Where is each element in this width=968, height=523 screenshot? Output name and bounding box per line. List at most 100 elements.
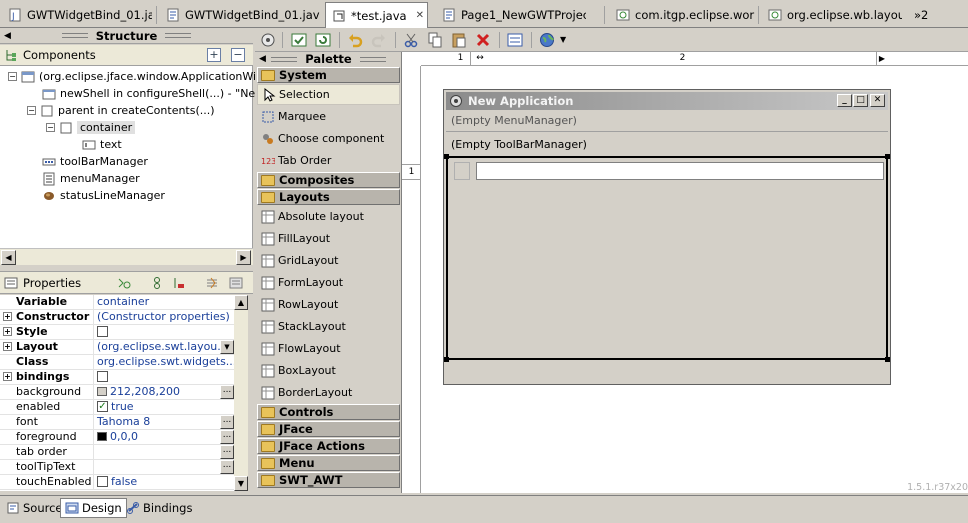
goto-definition-icon[interactable] xyxy=(150,276,164,290)
checkbox-icon[interactable] xyxy=(97,371,108,382)
selection-handle[interactable] xyxy=(444,357,449,362)
scroll-left-icon[interactable]: ◀ xyxy=(1,250,16,265)
ruler-row-1[interactable]: 1 xyxy=(402,164,421,180)
tree-item-parent[interactable]: − parent in createContents(...) xyxy=(27,102,215,119)
ellipsis-button[interactable]: ... xyxy=(220,444,234,459)
property-row[interactable]: Class org.eclipse.swt.widgets.... xyxy=(0,354,234,370)
text-widget-preview[interactable] xyxy=(476,162,884,180)
grip-icon[interactable] xyxy=(165,33,192,38)
editor-tab-4[interactable]: com.itgp.eclipse.wor xyxy=(610,3,755,27)
property-row[interactable]: + Constructor (Constructor properties) xyxy=(0,309,234,325)
palette-category-swt-awt[interactable]: SWT_AWT xyxy=(257,472,400,488)
tab-overflow-button[interactable]: »2 xyxy=(908,3,948,27)
property-row[interactable]: toolTipText... xyxy=(0,459,234,475)
tab-bindings[interactable]: Bindings xyxy=(122,498,196,518)
property-value[interactable]: 212,208,200... xyxy=(94,384,234,400)
ruler-column-2[interactable]: 2 xyxy=(489,52,877,66)
property-value[interactable]: org.eclipse.swt.widgets.... xyxy=(94,355,234,370)
property-value[interactable]: (org.eclipse.swt.layou... ▼ xyxy=(94,339,234,355)
convert-local-icon[interactable] xyxy=(172,276,186,290)
tree-item-menu-manager[interactable]: menuManager xyxy=(42,170,140,187)
property-value[interactable]: (Constructor properties) xyxy=(94,310,234,325)
property-row[interactable]: touchEnabled false xyxy=(0,474,234,490)
property-row[interactable]: font Tahoma 8... xyxy=(0,414,234,430)
palette-category-composites[interactable]: Composites xyxy=(257,172,400,188)
scroll-up-icon[interactable]: ▲ xyxy=(234,295,248,310)
property-value[interactable]: 0,0,0... xyxy=(94,429,234,445)
ellipsis-button[interactable]: ... xyxy=(220,414,234,429)
palette-category-jface[interactable]: JFace xyxy=(257,421,400,437)
selection-handle[interactable] xyxy=(885,357,890,362)
palette-category-system[interactable]: System xyxy=(257,67,400,83)
collapse-icon[interactable]: − xyxy=(8,72,17,81)
expand-all-icon[interactable]: + xyxy=(207,48,221,62)
tab-source[interactable]: Source xyxy=(2,498,67,518)
redo-icon[interactable] xyxy=(371,32,387,48)
delete-icon[interactable] xyxy=(475,32,491,48)
editor-tab-3[interactable]: Page1_NewGWTProjectW xyxy=(436,3,586,27)
editor-tab-1[interactable]: GWTWidgetBind_01.jav xyxy=(160,3,320,27)
palette-item-gridlayout[interactable]: GridLayout xyxy=(257,250,400,271)
grip-icon[interactable] xyxy=(61,33,88,38)
paste-icon[interactable] xyxy=(451,32,467,48)
minimize-icon[interactable]: _ xyxy=(837,94,852,107)
ellipsis-button[interactable]: ... xyxy=(220,459,234,474)
cut-icon[interactable] xyxy=(403,32,419,48)
palette-category-menu[interactable]: Menu xyxy=(257,455,400,471)
palette-item-filllayout[interactable]: FillLayout xyxy=(257,228,400,249)
expand-icon[interactable]: + xyxy=(3,341,12,351)
globe-icon[interactable] xyxy=(539,32,555,48)
tree-horizontal-scrollbar[interactable]: ◀ ▶ xyxy=(0,248,253,265)
menu-dropdown-icon[interactable] xyxy=(229,276,243,290)
container-composite[interactable] xyxy=(444,154,890,362)
ruler-column-1[interactable]: 1 xyxy=(451,52,471,66)
collapse-left-icon[interactable]: ◀ xyxy=(4,31,11,41)
palette-category-layouts[interactable]: Layouts xyxy=(257,189,400,205)
tab-design[interactable]: Design xyxy=(60,498,127,518)
expand-icon[interactable]: + xyxy=(3,311,12,321)
palette-item-choose-component[interactable]: Choose component xyxy=(257,128,400,149)
scroll-down-icon[interactable]: ▼ xyxy=(234,476,248,491)
checkbox-icon[interactable]: ✓ xyxy=(97,401,108,412)
tree-item-status-line-manager[interactable]: statusLineManager xyxy=(42,187,165,204)
window-title-bar[interactable]: New Application _ □ ✕ xyxy=(446,92,888,110)
palette-item-absolute-layout[interactable]: Absolute layout xyxy=(257,206,400,227)
property-value[interactable]: ... xyxy=(94,459,234,475)
property-row[interactable]: + Layout (org.eclipse.swt.layou... ▼ xyxy=(0,339,234,355)
property-value[interactable] xyxy=(94,325,234,340)
expand-icon[interactable]: + xyxy=(3,371,12,381)
palette-category-controls[interactable]: Controls xyxy=(257,404,400,420)
property-value[interactable]: ✓ true xyxy=(94,400,234,415)
collapse-left-icon[interactable]: ◀ xyxy=(259,54,266,64)
empty-menu-manager[interactable]: (Empty MenuManager) xyxy=(451,114,577,127)
property-value[interactable]: false xyxy=(94,475,234,490)
palette-item-boxlayout[interactable]: BoxLayout xyxy=(257,360,400,381)
palette-item-flowlayout[interactable]: FlowLayout xyxy=(257,338,400,359)
maximize-icon[interactable]: □ xyxy=(853,94,868,107)
expand-icon[interactable]: + xyxy=(3,326,12,336)
properties-vertical-scrollbar[interactable]: ▲ ▼ xyxy=(234,295,248,491)
preview-icon[interactable] xyxy=(291,32,307,48)
property-row[interactable]: Variable container xyxy=(0,294,234,310)
palette-item-marquee[interactable]: Marquee xyxy=(257,106,400,127)
ellipsis-button[interactable]: ... xyxy=(220,384,234,399)
property-row[interactable]: enabled ✓ true xyxy=(0,399,234,415)
editor-tab-0[interactable]: J GWTWidgetBind_01.jav xyxy=(2,3,152,27)
collapse-all-icon[interactable]: − xyxy=(231,48,245,62)
grip-icon[interactable] xyxy=(359,56,386,62)
tree-item-new-shell[interactable]: newShell in configureShell(...) - "New A xyxy=(42,85,275,102)
close-icon[interactable]: ✕ xyxy=(416,10,424,21)
selection-handle[interactable] xyxy=(444,154,449,159)
tree-item-application-window[interactable]: − (org.eclipse.jface.window.ApplicationW… xyxy=(8,68,270,85)
collapse-icon[interactable]: − xyxy=(46,123,55,132)
tab-order-icon[interactable] xyxy=(507,32,523,48)
tree-item-container[interactable]: − container xyxy=(46,119,136,136)
selection-handle[interactable] xyxy=(885,154,890,159)
property-row[interactable]: + Style xyxy=(0,324,234,340)
resize-horizontal-icon[interactable]: ↔ xyxy=(471,52,489,66)
property-value[interactable] xyxy=(94,370,234,385)
undo-icon[interactable] xyxy=(347,32,363,48)
show-events-icon[interactable] xyxy=(117,276,131,290)
empty-toolbar-manager[interactable]: (Empty ToolBarManager) xyxy=(451,138,587,151)
ellipsis-button[interactable]: ... xyxy=(220,429,234,444)
